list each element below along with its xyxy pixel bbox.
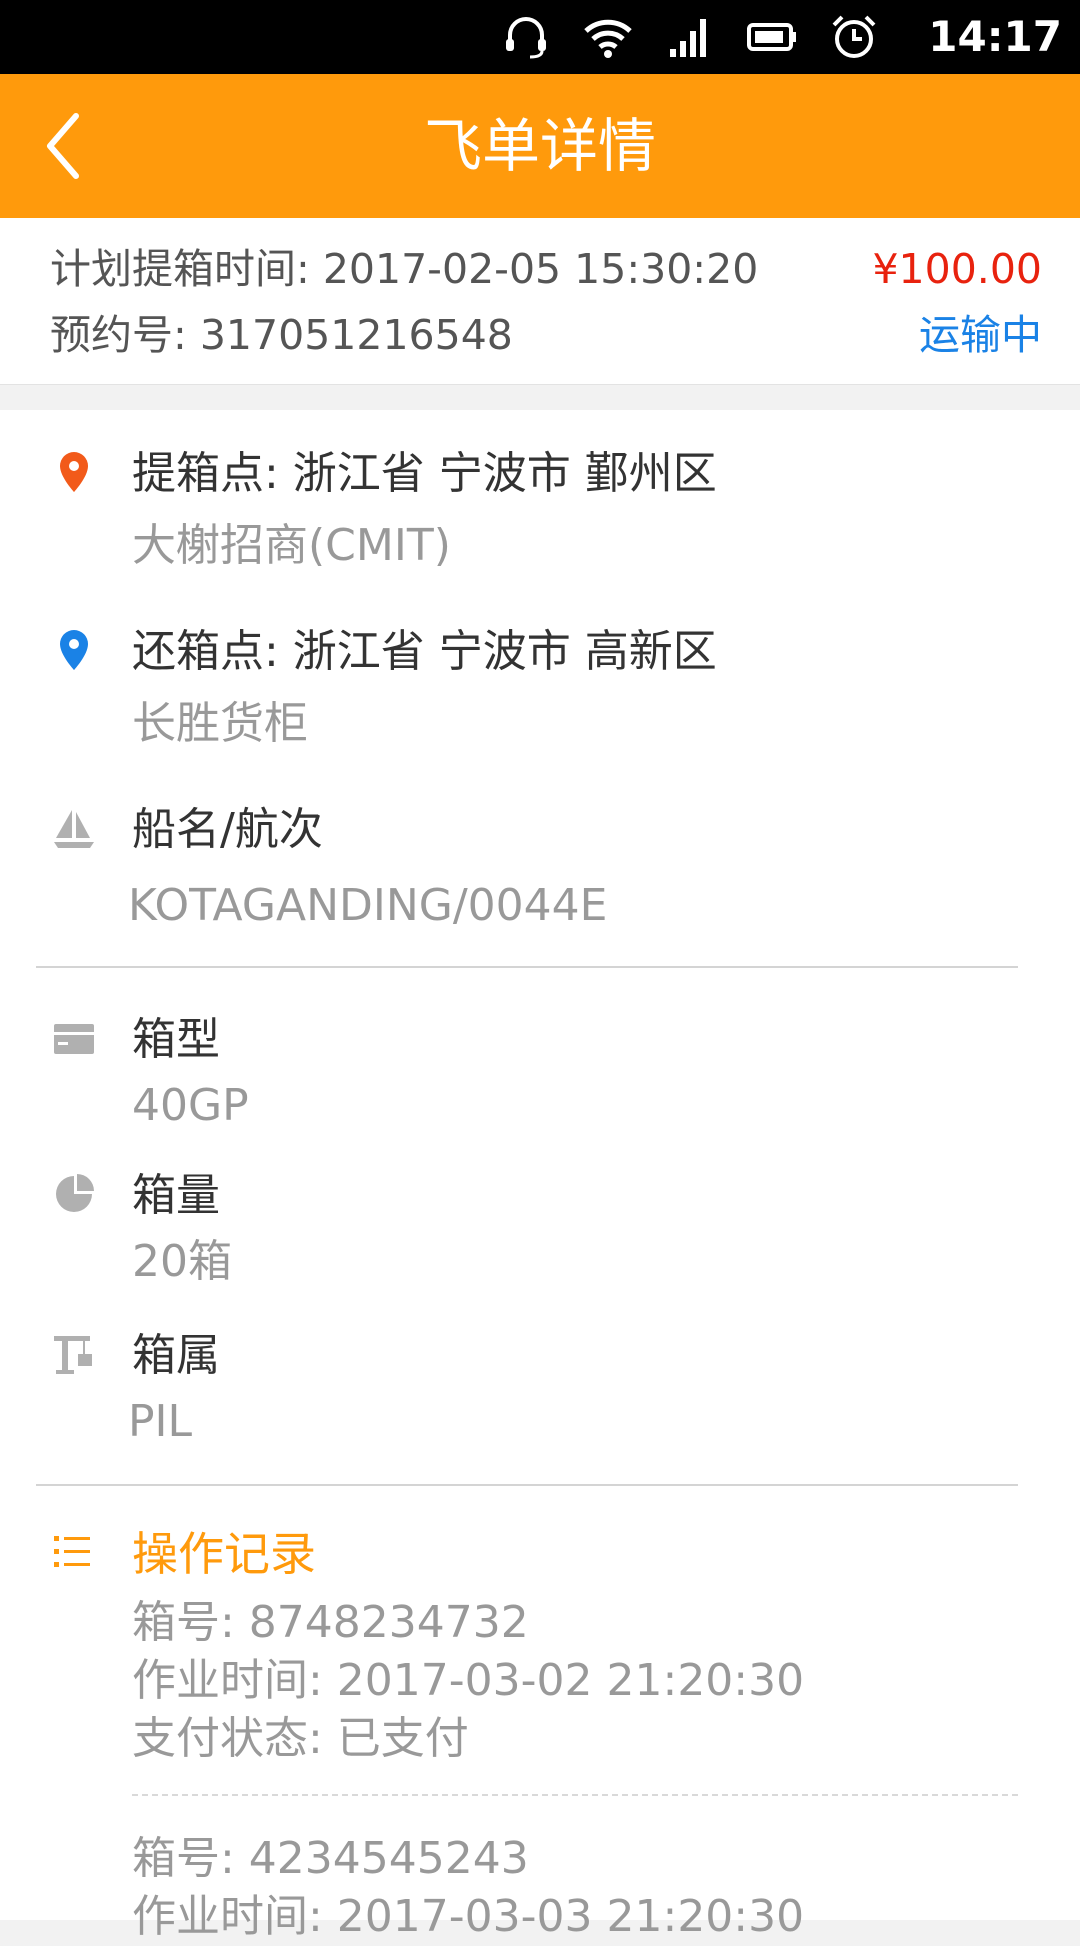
vessel-voyage-value: KOTAGANDING/0044E [128, 880, 608, 931]
return-point-label: 还箱点: 浙江省 宁波市 高新区 [132, 626, 717, 677]
signal-icon [670, 19, 706, 57]
divider [36, 966, 1018, 968]
pie-chart-icon [56, 1174, 94, 1212]
order-details: 提箱点: 浙江省 宁波市 鄞州区 大榭招商(CMIT) 还箱点: 浙江省 宁波市… [0, 410, 1080, 1942]
page-title: 飞单详情 [423, 112, 656, 180]
divider [36, 1484, 1018, 1486]
ship-icon [54, 810, 94, 848]
record-box-number: 箱号: 8748234732 [132, 1597, 529, 1648]
app-header: 飞单详情 [0, 74, 1080, 218]
battery-icon [747, 23, 796, 51]
record-divider [132, 1794, 1018, 1796]
order-price: ¥100.00 [872, 245, 1042, 293]
pickup-point-value: 大榭招商(CMIT) [132, 520, 451, 571]
box-quantity-label: 箱量 [132, 1170, 220, 1221]
location-pin-icon [60, 452, 88, 492]
location-pin-icon [60, 630, 88, 670]
box-type-value: 40GP [132, 1080, 249, 1131]
status-time: 14:17 [928, 12, 1062, 61]
record-box-number: 箱号: 4234545243 [132, 1833, 529, 1884]
list-icon [54, 1536, 90, 1567]
wifi-icon [584, 19, 632, 58]
booking-number: 预约号: 317051216548 [50, 311, 513, 359]
box-type-label: 箱型 [132, 1014, 220, 1065]
plan-pickup-time: 计划提箱时间: 2017-02-05 15:30:20 [50, 245, 759, 293]
order-summary: 计划提箱时间: 2017-02-05 15:30:20 预约号: 3170512… [0, 218, 1080, 385]
headset-icon [506, 17, 546, 59]
alarm-icon [832, 15, 876, 58]
box-quantity-value: 20箱 [132, 1236, 232, 1287]
record-pay-status: 支付状态: 已支付 [132, 1713, 469, 1764]
return-point-value: 长胜货柜 [132, 698, 308, 749]
record-op-time: 作业时间: 2017-03-03 21:20:30 [132, 1891, 805, 1942]
box-owner-label: 箱属 [132, 1330, 220, 1381]
operation-records-title: 操作记录 [132, 1527, 316, 1581]
order-status: 运输中 [919, 311, 1042, 359]
container-icon [54, 1024, 94, 1054]
status-bar: 14:17 [0, 0, 1080, 74]
record-op-time: 作业时间: 2017-03-02 21:20:30 [132, 1655, 805, 1706]
pickup-point-label: 提箱点: 浙江省 宁波市 鄞州区 [132, 448, 717, 499]
vessel-voyage-label: 船名/航次 [132, 804, 323, 855]
box-owner-value: PIL [128, 1396, 193, 1447]
crane-icon [54, 1336, 92, 1374]
